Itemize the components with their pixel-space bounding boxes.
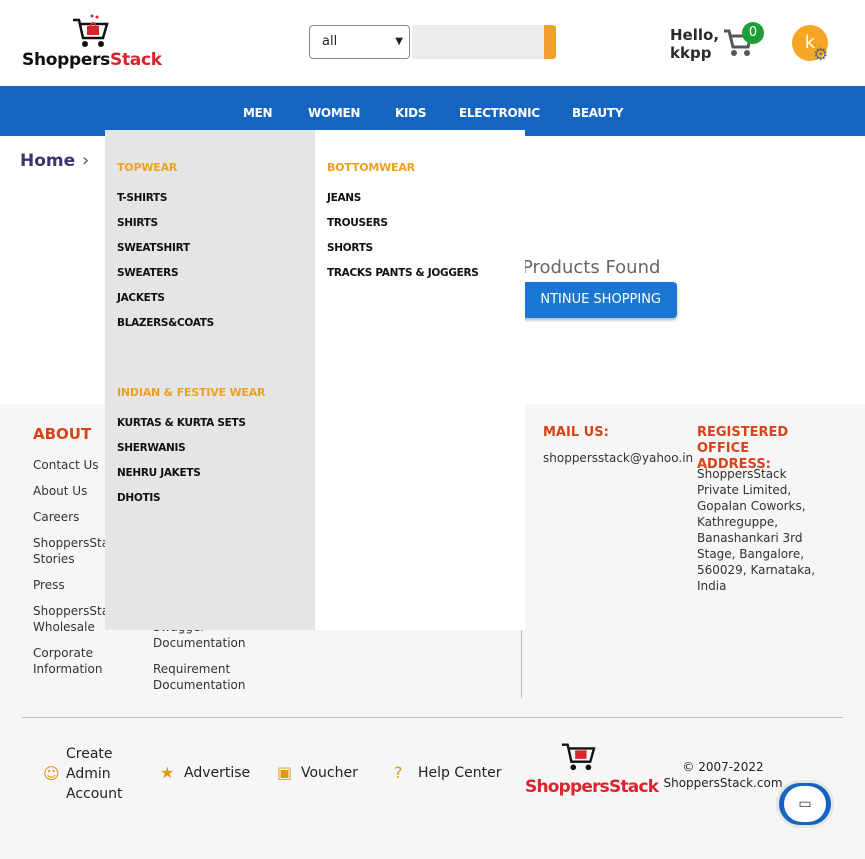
mega-heading-indian-festive[interactable]: INDIAN & FESTIVE WEAR — [117, 386, 266, 399]
mega-link-shirts[interactable]: SHIRTS — [117, 217, 158, 229]
cart-logo-icon — [73, 14, 109, 47]
footer-about-heading: ABOUT — [33, 425, 92, 443]
create-admin-account-link[interactable]: Create Admin Account — [66, 744, 136, 804]
mega-link-blazers[interactable]: BLAZERS&COATS — [117, 317, 214, 329]
user-circle-icon: ☺ — [43, 764, 60, 783]
help-center-link[interactable]: Help Center — [418, 765, 502, 781]
mega-link-track-pants[interactable]: TRACKS PANTS & JOGGERS — [327, 267, 479, 279]
mega-heading-bottomwear[interactable]: BOTTOMWEAR — [327, 161, 415, 174]
footer-mail-link[interactable]: shoppersstack@yahoo.in — [543, 450, 693, 466]
mega-link-kurtas[interactable]: KURTAS & KURTA SETS — [117, 417, 246, 429]
voucher-link[interactable]: Voucher — [301, 765, 358, 781]
footer-logo-wordmark: ShoppersStack — [525, 777, 659, 797]
cart-count-badge: 0 — [742, 22, 764, 44]
mega-link-trousers[interactable]: TROUSERS — [327, 217, 388, 229]
nav-item-kids[interactable]: KIDS — [395, 106, 426, 120]
user-greeting[interactable]: Hello, kkpp — [670, 26, 719, 62]
footer-mail-heading: MAIL US: — [543, 425, 609, 440]
gear-icon[interactable]: ⚙ — [813, 47, 828, 64]
copyright-text: © 2007-2022 ShoppersStack.com — [663, 760, 783, 790]
footer-link-corporate[interactable]: Corporate Information — [33, 645, 123, 677]
header: ShoppersStack all ▼ Hello, kkpp 0 k ⚙ — [0, 0, 865, 86]
nav-item-beauty[interactable]: BEAUTY — [572, 106, 623, 120]
footer-link-contact[interactable]: Contact Us — [33, 457, 99, 473]
mega-menu-right-column: BOTTOMWEAR JEANS TROUSERS SHORTS TRACKS … — [315, 130, 525, 630]
mega-link-jackets[interactable]: JACKETS — [117, 292, 165, 304]
footer-link-careers[interactable]: Careers — [33, 509, 79, 525]
chevron-down-icon: ▼ — [395, 36, 403, 47]
mega-link-shorts[interactable]: SHORTS — [327, 242, 373, 254]
advertise-link[interactable]: Advertise — [184, 765, 250, 781]
category-navbar: MEN WOMEN KIDS ELECTRONIC BEAUTY — [0, 86, 865, 136]
search-category-select[interactable]: all ▼ — [309, 25, 410, 59]
gift-icon: ▣ — [277, 763, 293, 782]
mega-link-dhotis[interactable]: DHOTIS — [117, 492, 161, 504]
chat-icon: ▭ — [784, 786, 826, 822]
chevron-right-icon: › — [82, 150, 90, 171]
help-icon: ? — [394, 763, 403, 782]
footer-link-requirement[interactable]: Requirement Documentation — [153, 661, 263, 693]
mega-link-sherwanis[interactable]: SHERWANIS — [117, 442, 186, 454]
mega-link-nehru-jackets[interactable]: NEHRU JAKETS — [117, 467, 201, 479]
search-button[interactable] — [544, 25, 556, 59]
logo-wordmark: ShoppersStack — [22, 50, 162, 70]
cart-logo-icon — [561, 743, 596, 771]
shoppersstack-logo[interactable]: ShoppersStack — [22, 14, 162, 72]
breadcrumb-home[interactable]: Home — [20, 151, 75, 171]
mega-link-sweaters[interactable]: SWEATERS — [117, 267, 179, 279]
mega-link-jeans[interactable]: JEANS — [327, 192, 361, 204]
footer-link-press[interactable]: Press — [33, 577, 65, 593]
mega-link-tshirts[interactable]: T-SHIRTS — [117, 192, 167, 204]
footer-link-about[interactable]: About Us — [33, 483, 87, 499]
star-icon: ★ — [160, 763, 175, 782]
mega-menu-left-column: TOPWEAR T-SHIRTS SHIRTS SWEATSHIRT SWEAT… — [105, 130, 315, 630]
no-products-message: Products Found — [522, 257, 661, 278]
nav-item-electronic[interactable]: ELECTRONIC — [459, 106, 540, 120]
footer-office-address: ShoppersStack Private Limited, Gopalan C… — [697, 467, 816, 593]
search-input[interactable] — [412, 25, 544, 59]
chat-button[interactable]: ▭ — [776, 780, 834, 828]
mega-link-sweatshirt[interactable]: SWEATSHIRT — [117, 242, 190, 254]
men-mega-menu: TOPWEAR T-SHIRTS SHIRTS SWEATSHIRT SWEAT… — [105, 130, 525, 630]
nav-item-men[interactable]: MEN — [243, 106, 273, 120]
mega-heading-topwear[interactable]: TOPWEAR — [117, 161, 177, 174]
nav-item-women[interactable]: WOMEN — [308, 106, 360, 120]
footer-logo[interactable]: ShoppersStack — [525, 739, 659, 809]
greeting-username: kkpp — [670, 44, 712, 62]
greeting-hello: Hello, — [670, 26, 720, 44]
footer-separator — [22, 717, 843, 718]
